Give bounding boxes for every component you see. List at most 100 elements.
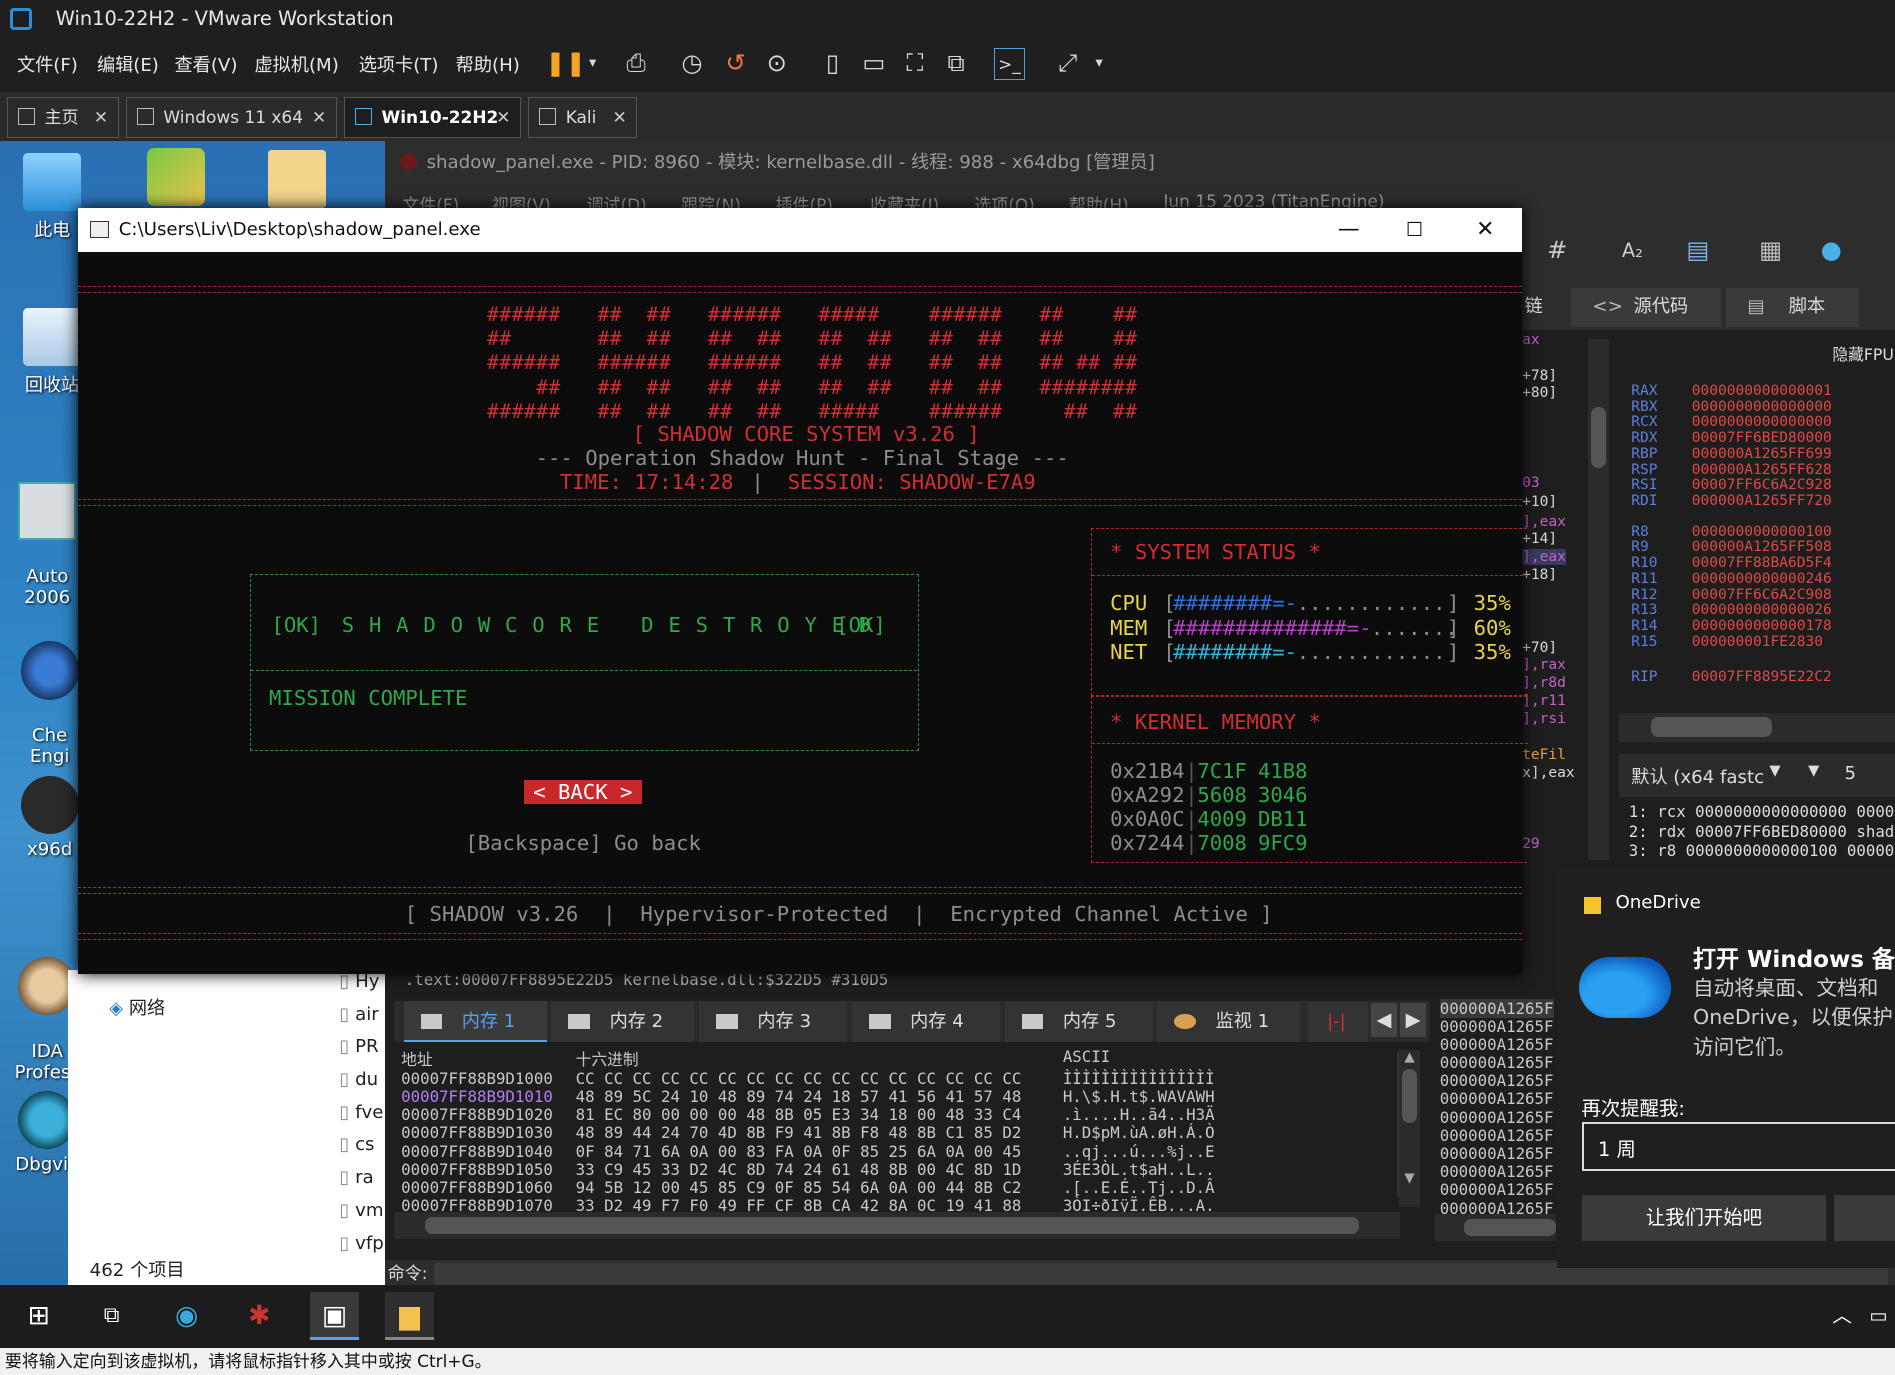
mem-row-addr[interactable]: 00007FF88B9D1000 [401,1069,553,1088]
tab-memory-5[interactable]: 内存 5 [1004,1001,1153,1043]
register-value[interactable]: 0000000000000178 [1692,618,1832,634]
register-value[interactable]: 000000A1265FF628 [1692,462,1832,478]
chevron-down-icon[interactable]: ▼ [1769,763,1780,779]
mem-row-addr[interactable]: 00007FF88B9D1020 [401,1105,553,1124]
register-value[interactable]: 0000000000000026 [1692,602,1832,618]
tab-chain[interactable]: 链 [1522,288,1563,328]
stack-row[interactable]: 000000A1265F [1439,998,1554,1018]
register-value[interactable]: 000000A1265FF699 [1692,446,1832,462]
edge-icon[interactable]: ◉ [162,1292,210,1340]
file-item[interactable]: ▯ vfp [339,1228,383,1261]
close-icon[interactable]: ✕ [496,98,510,137]
start-button[interactable]: 让我们开始吧 [1581,1194,1827,1241]
hide-fpu-button[interactable]: 隐藏FPU [1832,342,1894,365]
menu-help[interactable]: 帮助(H) [456,51,520,77]
menu-file[interactable]: 文件(F) [17,51,78,77]
tab-memory-1[interactable]: 内存 1 [403,1001,547,1043]
mem-row-ascii[interactable]: H.D$pM.ùA.øH.Á.Ò [1063,1123,1215,1142]
stack-row[interactable]: 000000A1265F [1440,1180,1554,1199]
network-tray-icon[interactable]: ▭ [1854,1292,1895,1340]
close-icon[interactable]: ✕ [94,98,108,137]
pause-icon[interactable]: ❚❚ [545,48,586,80]
memory-vscroll[interactable]: ▲ ▼ [1398,1049,1421,1208]
nav-network[interactable]: ◈ 网络 [109,994,165,1020]
task-view-icon[interactable]: ⧉ [87,1292,135,1340]
callconv-select[interactable]: 默认 (x64 fastc [1631,763,1764,789]
file-item[interactable]: ▯ fve [339,1097,383,1130]
stack-row[interactable]: 000000A1265F [1440,1071,1554,1090]
mem-row-ascii[interactable]: .[..E.É..Tj..D.Â [1063,1178,1215,1197]
mem-row-addr[interactable]: 00007FF88B9D1040 [401,1142,553,1161]
mem-row-hex[interactable]: 81 EC 80 00 00 00 48 8B 05 E3 34 18 00 4… [576,1105,1022,1124]
stack-row[interactable]: 000000A1265F [1440,1017,1554,1036]
globe-icon[interactable]: ● [1815,235,1847,267]
fullscreen-icon[interactable]: ⛶ [899,48,931,80]
stack-row[interactable]: 000000A1265F [1440,1144,1554,1163]
disasm-scrollbar[interactable] [1587,339,1610,861]
memory-hscroll[interactable] [393,1211,1400,1239]
register-value[interactable]: 000000001FE2830 [1692,634,1823,650]
tab-win10[interactable]: Win10-22H2 ✕ [344,96,522,139]
start-icon[interactable]: ⊞ [15,1292,63,1340]
register-value[interactable]: 00007FF6C6A2C928 [1692,477,1832,493]
file-item[interactable]: ▯ du [339,1064,383,1097]
register-value[interactable]: 00007FF6BED80000 [1692,430,1832,446]
menu-view[interactable]: 查看(V) [175,51,238,77]
tabs-left-icon[interactable]: ◀ [1370,1003,1398,1038]
dismiss-button[interactable] [1833,1194,1895,1241]
menu-edit[interactable]: 编辑(E) [97,51,159,77]
register-value[interactable]: 0000000000000001 [1692,383,1832,399]
send-ctrl-alt-del-icon[interactable]: ⎙ [620,48,652,80]
arg-count[interactable]: 5 [1845,763,1857,784]
register-value[interactable]: 000000A1265FF508 [1692,539,1832,555]
console-view-icon[interactable]: >_ [993,48,1026,80]
file-item[interactable]: ▯ air [339,999,383,1032]
close-icon[interactable]: ✕ [312,98,326,137]
revert-snapshot-icon[interactable]: ↺ [720,48,752,80]
tab-memory-4[interactable]: 内存 4 [851,1001,1000,1043]
pause-dropdown-icon[interactable]: ▾ [577,48,609,80]
mem-row-ascii[interactable]: 3ÉE3ÒL.t$aH..L.. [1063,1160,1215,1179]
stack-row[interactable]: 000000A1265F [1440,1035,1554,1054]
registers-hscroll[interactable] [1619,712,1895,742]
register-value[interactable]: 0000000000000000 [1692,399,1832,415]
tab-source[interactable]: <> 源代码 [1570,288,1721,328]
file-item[interactable]: ▯ ra [339,1162,383,1195]
back-button[interactable]: < BACK > [523,780,643,805]
minimize-button[interactable]: — [1338,208,1360,252]
mem-row-addr[interactable]: 00007FF88B9D1060 [401,1178,553,1197]
tab-home[interactable]: 主页 ✕ [7,96,119,139]
thumbnail-bar-icon[interactable]: ▭ [858,48,890,80]
tab-kali[interactable]: Kali ✕ [528,96,638,139]
x64dbg-taskbar-icon[interactable]: ✱ [235,1292,283,1340]
menu-vm[interactable]: 虚拟机(M) [254,51,338,77]
stretch-dropdown-icon[interactable]: ▾ [1083,48,1115,80]
register-value[interactable]: 00007FF88BA6D5F4 [1692,555,1832,571]
stretch-icon[interactable]: ⤢ [1052,48,1084,80]
stack-hscroll[interactable] [1434,1214,1557,1241]
patch-icon[interactable]: ▤ [1682,235,1714,267]
register-value[interactable]: 0000000000000246 [1692,571,1832,587]
remind-select[interactable]: 1 周 [1581,1122,1895,1171]
close-icon[interactable]: ✕ [613,98,627,137]
stack-row[interactable]: 000000A1265F [1440,1089,1554,1108]
stack-row[interactable]: 000000A1265F [1440,1126,1554,1145]
maximize-button[interactable]: ☐ [1406,208,1423,252]
mem-row-hex[interactable]: 94 5B 12 00 45 85 C9 0F 85 54 6A 0A 00 4… [576,1178,1022,1197]
tab-windows11[interactable]: Windows 11 x64 ✕ [126,96,337,139]
explorer-taskbar-icon[interactable]: ▆ [385,1291,434,1341]
register-value[interactable]: 00007FF8895E22C2 [1692,669,1832,685]
mem-row-addr[interactable]: 00007FF88B9D1010 [401,1087,553,1106]
register-value[interactable]: 0000000000000100 [1692,524,1832,540]
chevron-down-icon[interactable]: ▼ [1808,763,1819,779]
console-taskbar-icon[interactable]: ▣ [310,1291,359,1341]
mem-row-hex[interactable]: 48 89 5C 24 10 48 89 74 24 18 57 41 56 4… [576,1087,1022,1106]
tab-more[interactable]: |-| [1307,1001,1369,1043]
desktop-icon-folder[interactable] [254,150,339,213]
mem-row-ascii[interactable]: ÌÌÌÌÌÌÌÌÌÌÌÌÌÌÌÌ [1063,1069,1215,1088]
mem-row-ascii[interactable]: .ì....H..ã4..H3Ä [1063,1105,1215,1124]
calculator-icon[interactable]: ▦ [1755,235,1787,267]
mem-row-hex[interactable]: CC CC CC CC CC CC CC CC CC CC CC CC CC C… [576,1069,1022,1088]
register-value[interactable]: 000000A1265FF720 [1692,493,1832,509]
snapshot-manager-icon[interactable]: ⊙ [761,48,793,80]
